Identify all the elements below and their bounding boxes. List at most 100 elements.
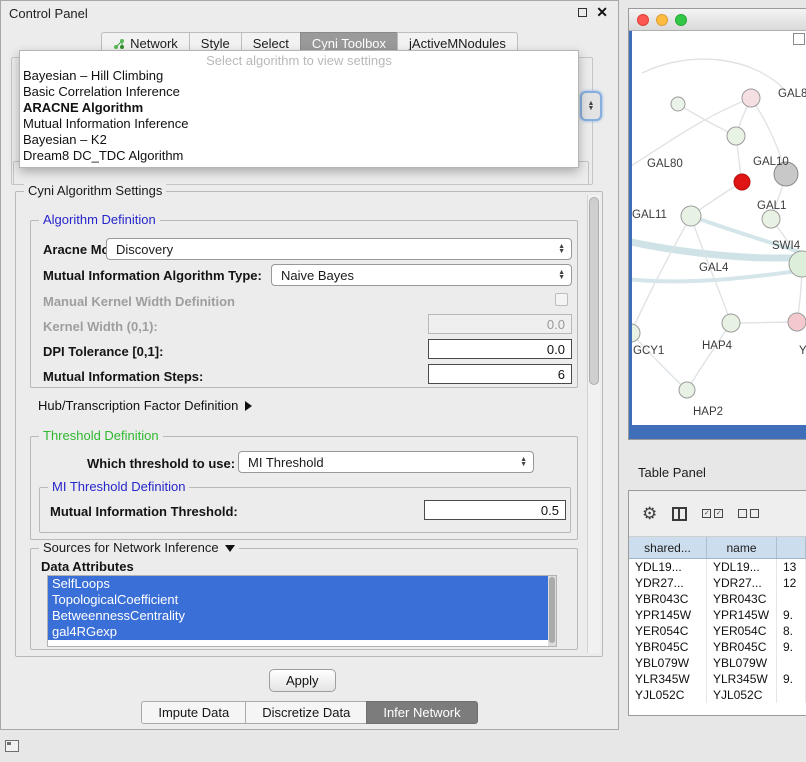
tab-discretize-data[interactable]: Discretize Data [245, 701, 367, 724]
network-node[interactable] [722, 314, 740, 332]
data-attribute-item[interactable]: BetweennessCentrality [48, 608, 548, 624]
mi-steps-field[interactable] [428, 364, 572, 384]
algorithm-selector-fragment[interactable]: ▲▼ [580, 91, 602, 121]
network-canvas[interactable]: GAL8GAL80GAL10GAL11GAL1SWI4GAL4GCY1HAP4Y… [632, 31, 806, 425]
table-cell: YLR345W [629, 671, 707, 687]
network-node-label: GAL1 [757, 200, 786, 212]
scroll-corner-button[interactable] [793, 33, 805, 45]
algorithm-option-selected[interactable]: ARACNE Algorithm [20, 100, 578, 116]
tab-infer-network[interactable]: Infer Network [366, 701, 477, 724]
network-window-titlebar [629, 9, 806, 31]
network-node[interactable] [734, 174, 750, 190]
table-cell: YDL19... [707, 559, 777, 575]
table-cell: 12 [777, 575, 806, 591]
table-cell [777, 655, 806, 671]
table-cell: YER054C [707, 623, 777, 639]
algorithm-option[interactable]: Dream8 DC_TDC Algorithm [20, 148, 578, 164]
table-row[interactable]: YDL19...YDL19...13 [629, 559, 806, 575]
table-cell: YBL079W [629, 655, 707, 671]
data-attribute-item[interactable]: TopologicalCoefficient [48, 592, 548, 608]
selected-value: Discovery [116, 242, 173, 257]
table-cell: YDL19... [629, 559, 707, 575]
network-node[interactable] [727, 127, 745, 145]
gear-icon[interactable]: ⚙ [642, 505, 657, 522]
threshold-definition-group: Threshold Definition Which threshold to … [30, 436, 578, 540]
data-attribute-item[interactable]: SelfLoops [48, 576, 548, 592]
network-node[interactable] [762, 210, 780, 228]
table-row[interactable]: YDR27...YDR27...12 [629, 575, 806, 591]
deselect-all-checkboxes-icon[interactable] [738, 509, 759, 518]
table-body: YDL19...YDL19...13YDR27...YDR27...12YBR0… [629, 559, 806, 715]
aracne-mode-select[interactable]: Discovery ▲▼ [106, 238, 572, 260]
table-cell: YBR045C [707, 639, 777, 655]
sources-collapse-toggle[interactable]: Sources for Network Inference [39, 540, 239, 555]
network-node[interactable] [671, 97, 685, 111]
algorithm-option[interactable]: Bayesian – Hill Climbing [20, 68, 578, 84]
network-node[interactable] [679, 382, 695, 398]
table-cell: 8. [777, 623, 806, 639]
column-header[interactable]: shared... [629, 537, 707, 558]
network-node[interactable] [681, 206, 701, 226]
dpi-tolerance-field[interactable] [428, 339, 572, 359]
manual-kernel-label: Manual Kernel Width Definition [43, 294, 235, 309]
mi-steps-label: Mutual Information Steps: [43, 369, 203, 384]
data-attributes-list: SelfLoopsTopologicalCoefficientBetweenne… [47, 575, 557, 647]
table-row[interactable]: YER054CYER054C8. [629, 623, 806, 639]
close-traffic-button[interactable] [637, 14, 649, 26]
network-node[interactable] [632, 324, 640, 342]
control-panel-title: Control Panel [9, 6, 88, 21]
table-panel-title: Table Panel [638, 465, 706, 480]
chevron-updown-icon: ▲▼ [558, 244, 565, 254]
close-icon[interactable]: ✕ [596, 5, 608, 19]
network-node-label: GAL8 [778, 88, 806, 100]
column-header[interactable]: name [707, 537, 777, 558]
mi-threshold-field[interactable] [424, 500, 566, 520]
settings-scrollbar[interactable] [587, 195, 600, 653]
table-panel-window: ⚙ ✓✓ shared... name YDL19...YDL19...13YD… [628, 490, 806, 716]
table-row[interactable]: YJL052CYJL052C [629, 687, 806, 703]
mi-algorithm-type-select[interactable]: Naive Bayes ▲▼ [271, 264, 572, 286]
network-icon [113, 38, 125, 50]
table-row[interactable]: YBR043CYBR043C [629, 591, 806, 607]
data-attribute-item[interactable]: gal4RGexp [48, 624, 548, 640]
select-all-checkboxes-icon[interactable]: ✓✓ [702, 509, 723, 518]
float-window-icon[interactable] [578, 8, 587, 17]
list-scrollbar[interactable] [548, 576, 556, 646]
table-cell: YER054C [629, 623, 707, 639]
zoom-traffic-button[interactable] [675, 14, 687, 26]
table-row[interactable]: YBR045CYBR045C9. [629, 639, 806, 655]
table-row[interactable]: YBL079WYBL079W [629, 655, 806, 671]
mi-threshold-label: Mutual Information Threshold: [50, 504, 238, 519]
columns-icon[interactable] [672, 507, 687, 521]
minimize-traffic-button[interactable] [656, 14, 668, 26]
hub-definition-expander[interactable]: Hub/Transcription Factor Definition [38, 398, 252, 413]
table-row[interactable]: YPR145WYPR145W9. [629, 607, 806, 623]
table-cell: 9. [777, 607, 806, 623]
table-row[interactable]: YLR345WYLR345W9. [629, 671, 806, 687]
which-threshold-select[interactable]: MI Threshold ▲▼ [238, 451, 534, 473]
algorithm-option[interactable]: Mutual Information Inference [20, 116, 578, 132]
network-node[interactable] [788, 313, 806, 331]
group-title: Cyni Algorithm Settings [24, 183, 166, 198]
control-panel-window: Control Panel ✕ Network Style Select Cyn… [0, 0, 619, 730]
tab-impute-data[interactable]: Impute Data [141, 701, 246, 724]
algorithm-option[interactable]: Bayesian – K2 [20, 132, 578, 148]
control-panel-titlebar: Control Panel ✕ [1, 1, 618, 25]
network-node-label: SWI4 [772, 240, 801, 252]
kernel-width-label: Kernel Width (0,1): [43, 319, 158, 334]
chevron-updown-icon: ▲▼ [588, 101, 595, 111]
scrollbar-thumb[interactable] [589, 197, 599, 385]
group-title: Sources for Network Inference [43, 540, 219, 555]
network-node[interactable] [742, 89, 760, 107]
scrollbar-thumb[interactable] [549, 577, 555, 643]
column-header[interactable] [777, 537, 806, 558]
table-cell: YDR27... [707, 575, 777, 591]
network-node-label: GAL4 [699, 262, 729, 274]
data-attributes-label: Data Attributes [41, 559, 134, 574]
panel-dock-icon[interactable] [5, 740, 19, 752]
manual-kernel-checkbox [555, 293, 568, 306]
apply-button[interactable]: Apply [269, 669, 336, 692]
algorithm-option[interactable]: Basic Correlation Inference [20, 84, 578, 100]
group-title: Algorithm Definition [39, 212, 160, 227]
dropdown-placeholder: Select algorithm to view settings [20, 53, 578, 68]
